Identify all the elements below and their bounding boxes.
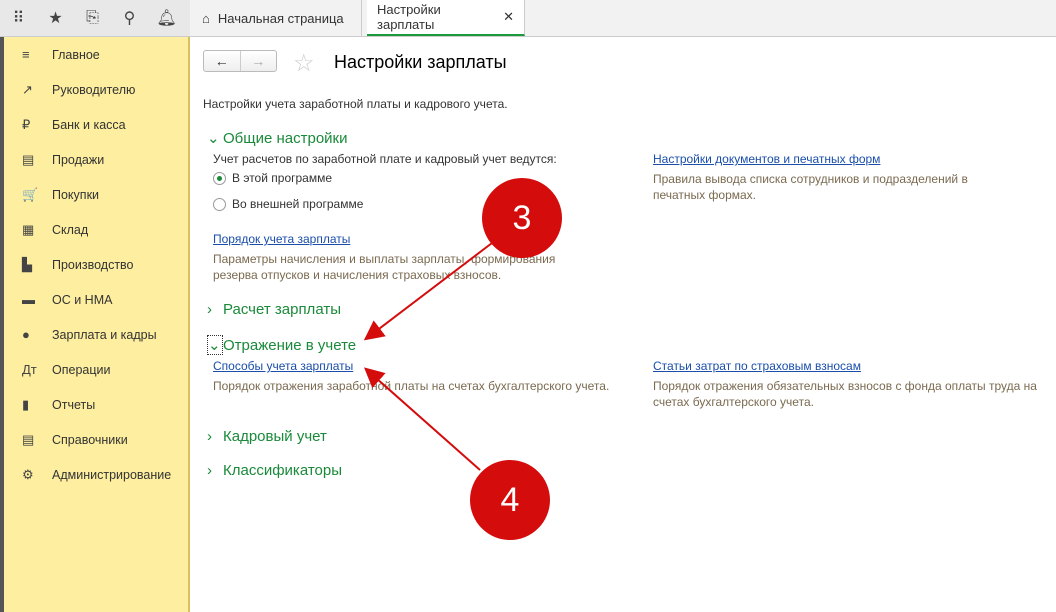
annotation-badge-3: 3 bbox=[482, 178, 562, 258]
arrow-3 bbox=[363, 242, 493, 341]
annotation-badge-4: 4 bbox=[470, 460, 550, 540]
arrow-4 bbox=[364, 367, 481, 471]
